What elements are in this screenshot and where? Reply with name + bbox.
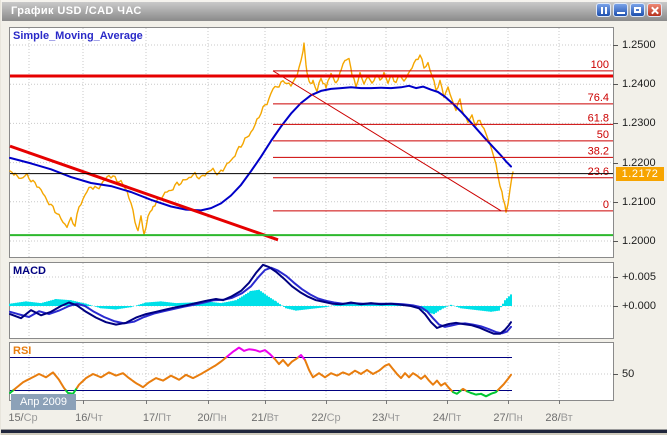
axis-tick <box>613 277 618 278</box>
fib-label-0: 0 <box>603 199 609 211</box>
time-axis-tick <box>265 400 266 404</box>
rsi-label: RSI <box>13 345 31 357</box>
maximize-icon <box>634 7 641 13</box>
pause-button[interactable] <box>596 3 611 17</box>
date-label: 20/Пн <box>197 412 226 424</box>
rsi-segment <box>77 357 227 388</box>
rsi-segment <box>14 372 66 390</box>
axis-tick <box>613 123 618 124</box>
price-axis-label: 1.2300 <box>622 117 656 129</box>
thick-red-trendline <box>10 146 278 240</box>
pause-icon <box>601 7 607 14</box>
sma-line <box>10 86 511 211</box>
price-axis-label: 1.2400 <box>622 78 656 90</box>
month-badge: Апр 2009 <box>11 394 76 410</box>
price-axis-label: 1.2500 <box>622 39 656 51</box>
title-bar[interactable]: График USD /CAD ЧАС <box>2 2 667 21</box>
axis-tick <box>613 374 618 375</box>
time-axis-tick <box>208 400 209 404</box>
current-price-badge: 1.2172 <box>616 167 664 181</box>
date-label: 28/Вт <box>545 412 572 424</box>
date-label: 17/Пт <box>143 412 171 424</box>
rsi-segment <box>305 360 453 392</box>
price-line <box>10 43 513 234</box>
macd-canvas <box>9 262 614 339</box>
axis-tick <box>613 202 618 203</box>
date-label: 21/Вт <box>251 412 278 424</box>
price-axis-label: 1.2000 <box>622 235 656 247</box>
axis-tick <box>613 306 618 307</box>
macd-axis-label: +0.000 <box>622 300 656 312</box>
minimize-button[interactable] <box>613 3 628 17</box>
rsi-segment <box>498 375 511 390</box>
axis-tick <box>613 241 618 242</box>
time-axis-tick <box>83 400 84 404</box>
date-label: 15/Ср <box>8 412 37 424</box>
time-axis-tick <box>508 400 509 404</box>
close-icon <box>651 6 659 14</box>
date-label: 23/Чт <box>372 412 400 424</box>
time-axis-tick <box>447 400 448 404</box>
rsi-canvas <box>9 342 614 401</box>
date-label: 24/Пт <box>433 412 461 424</box>
rsi-segment <box>467 390 498 396</box>
axis-tick <box>613 45 618 46</box>
minimize-icon <box>617 12 625 14</box>
fib-label-100: 100 <box>591 59 609 71</box>
time-axis-tick <box>326 400 327 404</box>
fib-label-76.4: 76.4 <box>588 92 609 104</box>
fib-label-61.8: 61.8 <box>588 112 609 124</box>
macd-label: MACD <box>13 265 46 277</box>
rsi-axis-label: 50 <box>622 368 634 380</box>
rsi-segment <box>274 357 299 366</box>
macd-axis-label: +0.005 <box>622 271 656 283</box>
maximize-button[interactable] <box>630 3 645 17</box>
indicator-label: Simple_Moving_Average <box>13 30 143 42</box>
axis-tick <box>613 163 618 164</box>
window-title: График USD /CAD ЧАС <box>11 5 142 17</box>
close-button[interactable] <box>647 3 662 17</box>
time-axis-tick <box>386 400 387 404</box>
date-label: 27/Пн <box>493 412 522 424</box>
date-label: 22/Ср <box>311 412 340 424</box>
chart-window: График USD /CAD ЧАС Simple_Moving_Averag… <box>0 0 667 435</box>
fib-label-38.2: 38.2 <box>588 145 609 157</box>
price-chart-canvas: 100 76.4 61.8 50 38.2 23.6 0 <box>9 27 614 258</box>
time-axis-tick <box>559 400 560 404</box>
rsi-segment <box>227 348 274 359</box>
axis-tick <box>613 84 618 85</box>
price-axis-label: 1.2100 <box>622 196 656 208</box>
fib-label-50: 50 <box>597 129 609 141</box>
date-label: 16/Чт <box>75 412 103 424</box>
window-controls <box>596 3 662 17</box>
fib-label-23.6: 23.6 <box>588 166 609 178</box>
time-axis-tick <box>146 400 147 404</box>
